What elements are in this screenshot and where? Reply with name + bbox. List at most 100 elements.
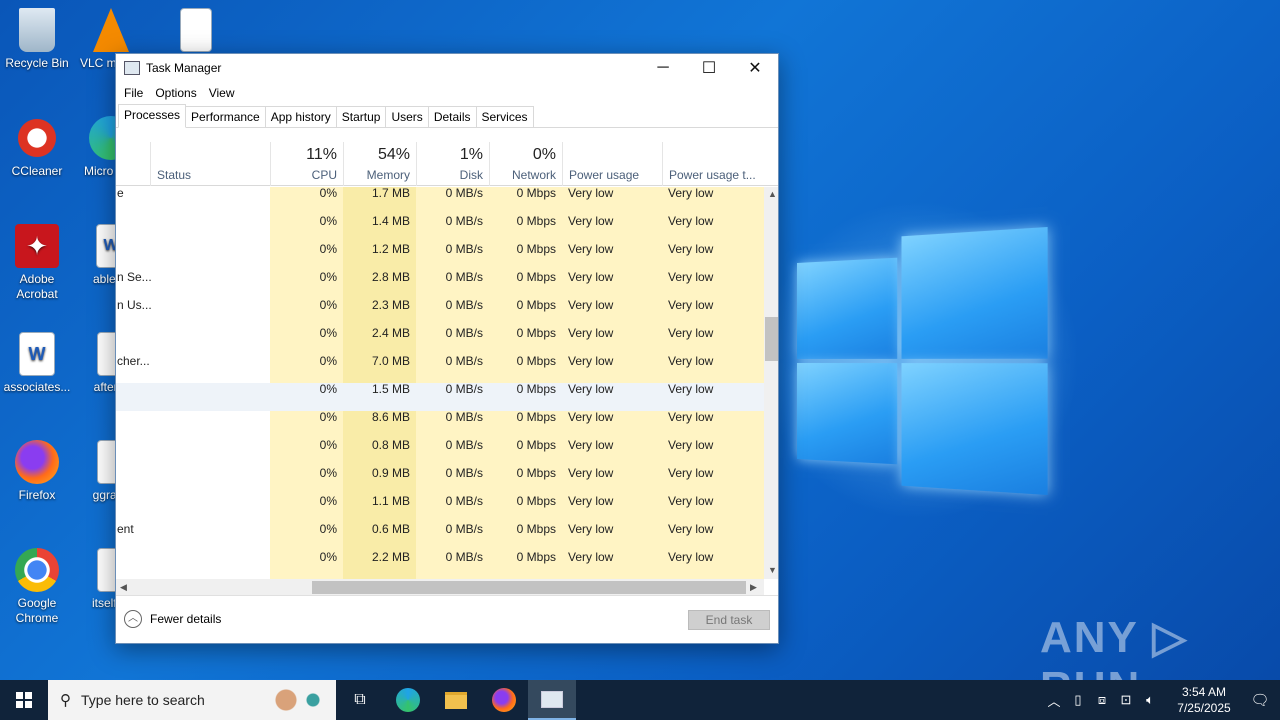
search-highlight-illustration: [268, 684, 328, 716]
notification-icon[interactable]: 🗨︎: [1240, 691, 1280, 709]
process-row[interactable]: 0% 1.1 MB 0 MB/s 0 Mbps Very low Very low: [116, 495, 764, 523]
tab-processes[interactable]: Processes: [118, 104, 187, 128]
tab-startup[interactable]: Startup: [335, 106, 387, 127]
task-view-button[interactable]: ⧉: [336, 680, 384, 720]
process-name-cell: ent: [117, 522, 134, 536]
tab-services[interactable]: Services: [475, 106, 534, 127]
taskbar-task-manager-button[interactable]: [528, 680, 576, 720]
acrobat-icon: ✦: [15, 224, 59, 268]
maximize-button[interactable]: ☐: [686, 54, 732, 82]
process-row[interactable]: e 0% 1.7 MB 0 MB/s 0 Mbps Very low Very low: [116, 187, 764, 215]
column-header-memory[interactable]: 54% Memory: [343, 142, 416, 186]
start-button[interactable]: [0, 680, 48, 720]
process-row[interactable]: 0% 1.4 MB 0 MB/s 0 Mbps Very low Very low: [116, 215, 764, 243]
meet-now-icon[interactable]: ⧈: [1090, 692, 1114, 708]
process-row[interactable]: 0% 1.5 MB 0 MB/s 0 Mbps Very low Very low: [116, 383, 764, 411]
menu-file[interactable]: File: [118, 86, 149, 100]
ccleaner-icon: [15, 116, 59, 160]
column-header-row: Status 11% CPU 54% Memory 1% Disk 0% Net…: [116, 142, 778, 186]
column-header-cpu[interactable]: 11% CPU: [270, 142, 343, 186]
desktop-icon-label: associates...: [3, 380, 71, 394]
process-row[interactable]: n Us... 0% 2.3 MB 0 MB/s 0 Mbps Very low Very …: [116, 299, 764, 327]
column-header-network[interactable]: 0% Network: [489, 142, 562, 186]
close-button[interactable]: ✕: [732, 54, 778, 82]
scroll-right-arrow-icon[interactable]: ▶: [750, 582, 757, 593]
desktop-icon-image-file[interactable]: [160, 8, 232, 56]
vertical-scrollbar[interactable]: ▲ ▼: [764, 187, 778, 579]
process-power-cell: Very low: [562, 243, 662, 271]
tablet-icon[interactable]: ▯: [1066, 692, 1090, 708]
process-row[interactable]: 0% 2.4 MB 0 MB/s 0 Mbps Very low Very low: [116, 327, 764, 355]
process-power-cell: Very low: [568, 382, 614, 396]
fewer-details-button[interactable]: ︿ Fewer details: [124, 610, 221, 628]
desktop-icon-ccleaner[interactable]: CCleaner: [1, 116, 73, 179]
process-net-cell: 0 Mbps: [516, 382, 556, 396]
end-task-button[interactable]: End task: [688, 610, 770, 630]
title-bar[interactable]: Task Manager ─ ☐ ✕: [116, 54, 778, 82]
taskbar-edge-button[interactable]: [384, 680, 432, 720]
horizontal-scrollbar[interactable]: ◀ ▶: [116, 579, 764, 596]
process-row[interactable]: 0% 2.2 MB 0 MB/s 0 Mbps Very low Very low: [116, 551, 764, 579]
column-header-power-usage-trend[interactable]: Power usage t...: [662, 142, 764, 186]
desktop-icon-recycle-bin[interactable]: Recycle Bin: [1, 8, 73, 71]
firefox-icon: [492, 688, 516, 712]
process-name-cell: [116, 215, 270, 243]
tab-performance[interactable]: Performance: [185, 106, 266, 127]
footer-bar: ︿ Fewer details End task: [116, 595, 778, 643]
process-name-cell: [116, 551, 270, 579]
process-row[interactable]: n Se... 0% 2.8 MB 0 MB/s 0 Mbps Very low Very …: [116, 271, 764, 299]
process-row[interactable]: 0% 1.2 MB 0 MB/s 0 Mbps Very low Very low: [116, 243, 764, 271]
scroll-left-arrow-icon[interactable]: ◀: [120, 582, 127, 593]
horizontal-scroll-thumb[interactable]: [312, 581, 746, 594]
tab-app-history[interactable]: App history: [264, 106, 337, 127]
menu-view[interactable]: View: [203, 86, 241, 100]
process-cpu-cell: 0%: [270, 215, 343, 243]
process-row[interactable]: 0% 0.8 MB 0 MB/s 0 Mbps Very low Very low: [116, 439, 764, 467]
tab-details[interactable]: Details: [427, 106, 477, 127]
desktop-icon-associates[interactable]: W associates...: [1, 332, 73, 395]
process-row[interactable]: ent 0% 0.6 MB 0 MB/s 0 Mbps Very low Very low: [116, 523, 764, 551]
minimize-button[interactable]: ─: [640, 54, 686, 82]
process-cpu-cell: 0%: [270, 467, 343, 495]
process-mem-cell: 1.7 MB: [343, 187, 416, 215]
column-header-disk[interactable]: 1% Disk: [416, 142, 489, 186]
window-title: Task Manager: [146, 61, 222, 75]
windows-start-icon: [16, 692, 32, 708]
scroll-down-arrow-icon[interactable]: ▼: [768, 565, 777, 575]
tab-users[interactable]: Users: [385, 106, 429, 127]
taskbar-search-box[interactable]: ⚲ Type here to search: [48, 680, 336, 720]
desktop-icon-label: Firefox: [18, 488, 56, 502]
process-name-cell: [116, 327, 270, 355]
desktop-icon-adobe-acrobat[interactable]: ✦ Adobe Acrobat: [1, 224, 73, 302]
process-name-cell: n Us...: [117, 298, 152, 312]
process-name-cell: [116, 411, 270, 439]
volume-icon[interactable]: 🔈︎: [1138, 692, 1162, 708]
process-disk-cell: 0 MB/s: [416, 411, 489, 439]
process-row[interactable]: 0% 0.9 MB 0 MB/s 0 Mbps Very low Very low: [116, 467, 764, 495]
search-placeholder: Type here to search: [81, 692, 205, 708]
process-power-cell: Very low: [562, 467, 662, 495]
process-trend-cell: Very low: [662, 299, 764, 327]
taskbar-firefox-button[interactable]: [480, 680, 528, 720]
word-document-icon: W: [19, 332, 55, 376]
taskbar-file-explorer-button[interactable]: [432, 680, 480, 720]
process-name-cell: [116, 243, 270, 271]
chevron-up-icon[interactable]: ︿: [1042, 691, 1066, 710]
process-mem-cell: 2.2 MB: [343, 551, 416, 579]
chrome-icon: [15, 548, 59, 592]
scroll-up-arrow-icon[interactable]: ▲: [768, 189, 777, 199]
vertical-scroll-thumb[interactable]: [765, 317, 778, 361]
desktop-icon-firefox[interactable]: Firefox: [1, 440, 73, 503]
process-row[interactable]: cher... 0% 7.0 MB 0 MB/s 0 Mbps Very low Very …: [116, 355, 764, 383]
desktop-icon-google-chrome[interactable]: Google Chrome: [1, 548, 73, 626]
network-icon[interactable]: ⊡: [1114, 692, 1138, 708]
task-manager-window[interactable]: Task Manager ─ ☐ ✕ File Options View Pro…: [115, 53, 779, 644]
column-header-power-usage[interactable]: Power usage: [562, 142, 662, 186]
process-row[interactable]: 0% 8.6 MB 0 MB/s 0 Mbps Very low Very low: [116, 411, 764, 439]
recycle-bin-icon: [19, 8, 55, 52]
column-header-status[interactable]: Status: [150, 142, 270, 186]
process-cpu-cell: 0%: [270, 551, 343, 579]
process-cpu-cell: 0%: [270, 299, 343, 327]
menu-options[interactable]: Options: [149, 86, 202, 100]
clock[interactable]: 3:54 AM 7/25/2025: [1168, 684, 1240, 716]
